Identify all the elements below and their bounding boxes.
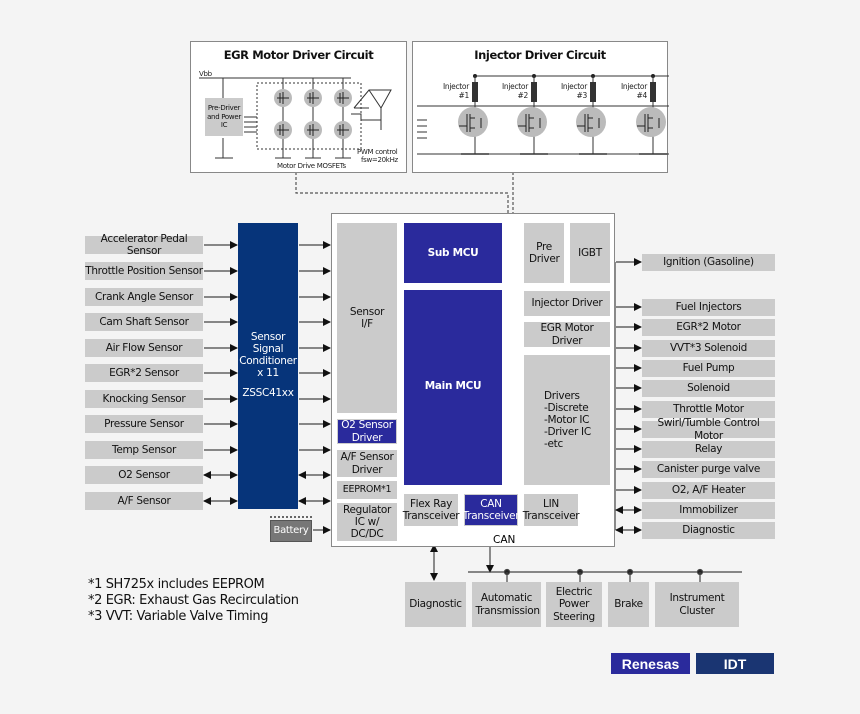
- output-3: EGR*2 Motor: [642, 319, 775, 336]
- footnote: *1 SH725x includes EEPROM: [88, 577, 265, 592]
- sensor-5: Air Flow Sensor: [85, 339, 203, 357]
- conditioner-line3: Conditioner: [239, 355, 297, 368]
- sensor-4: Cam Shaft Sensor: [85, 313, 203, 331]
- drivers-item: -Driver IC: [544, 426, 591, 439]
- sensor-10: O2 Sensor: [85, 466, 203, 484]
- output-10: Canister purge valve: [642, 461, 775, 478]
- sensor-6: EGR*2 Sensor: [85, 364, 203, 382]
- output-bus: [615, 262, 616, 530]
- conditioner-line2: Signal: [252, 343, 284, 356]
- pre-driver-block: Pre Driver: [524, 223, 564, 283]
- drivers-title: Drivers: [544, 389, 580, 402]
- mosfets-label: Motor Drive MOSFETs: [277, 162, 346, 170]
- output-7: Throttle Motor: [642, 401, 775, 418]
- output-5: Fuel Pump: [642, 360, 775, 377]
- eeprom-block: EEPROM*1: [337, 481, 397, 499]
- igbt-block: IGBT: [570, 223, 610, 283]
- regulator-block: Regulator IC w/ DC/DC: [337, 503, 397, 541]
- sensor-1: Accelerator Pedal Sensor: [85, 233, 203, 257]
- lin-transceiver-block: LIN Transceiver: [523, 494, 580, 526]
- bus-node-diagnostic: Diagnostic: [405, 582, 466, 627]
- sensor-11: A/F Sensor: [85, 492, 203, 510]
- sensor-8: Pressure Sensor: [85, 415, 203, 433]
- drivers-item: -etc: [544, 438, 563, 451]
- output-11: O2, A/F Heater: [642, 482, 775, 499]
- can-bus-label: CAN: [493, 534, 516, 546]
- sensor-if-block: Sensor I/F: [337, 223, 397, 413]
- bus-node-automatic-transmission: Automatic Transmission: [472, 582, 541, 627]
- output-8: Swirl/Tumble Control Motor: [642, 417, 775, 442]
- sensor-9: Temp Sensor: [85, 441, 203, 459]
- conditioner-line1: Sensor: [250, 331, 286, 343]
- conditioner-part-number: ZSSC41xx: [242, 387, 294, 400]
- egr-motor-driver-panel: EGR Motor Driver Circuit Vbb Pre-Driver …: [190, 41, 407, 173]
- af-sensor-driver-block: A/F Sensor Driver: [337, 450, 397, 477]
- battery-label: Battery: [270, 520, 312, 542]
- idt-logo: IDT: [696, 653, 774, 674]
- bus-node-instrument-cluster: Instrument Cluster: [655, 582, 739, 627]
- battery: Battery: [270, 516, 312, 542]
- drivers-block: Drivers -Discrete -Motor IC -Driver IC -…: [524, 355, 610, 485]
- sensor-7: Knocking Sensor: [85, 390, 203, 408]
- bus-node-electric-power-steering: Electric Power Steering: [546, 582, 602, 627]
- injector-label: Injector #2: [502, 82, 528, 100]
- predriver-power-ic: Pre-Driver and Power IC: [205, 98, 243, 136]
- output-2: Fuel Injectors: [642, 299, 775, 316]
- footnotes: *1 SH725x includes EEPROM *2 EGR: Exhaus…: [88, 577, 299, 625]
- sensor-3: Crank Angle Sensor: [85, 288, 203, 306]
- injector-driver-block: Injector Driver: [524, 291, 610, 316]
- output-1: Ignition (Gasoline): [642, 254, 775, 271]
- injector-label: Injector #1: [443, 82, 469, 100]
- output-4: VVT*3 Solenoid: [642, 340, 775, 357]
- footnote: *3 VVT: Variable Valve Timing: [88, 609, 269, 624]
- can-transceiver-block: CAN Transceiver: [463, 494, 520, 526]
- output-13: Diagnostic: [642, 522, 775, 539]
- output-6: Solenoid: [642, 380, 775, 397]
- bus-node-brake: Brake: [608, 582, 649, 627]
- injector-circuit-drawing: [417, 74, 669, 155]
- injector-driver-panel: Injector Driver Circuit Injector #1 Injec…: [412, 41, 669, 173]
- output-12: Immobilizer: [642, 502, 775, 519]
- output-9: Relay: [642, 441, 775, 458]
- injector-label: Injector #4: [621, 82, 647, 100]
- fsw-label: fsw=20kHz: [361, 156, 398, 164]
- pwm-label: PWM control: [357, 148, 398, 156]
- sub-mcu-block: Sub MCU: [404, 223, 502, 283]
- injector-label: Injector #3: [561, 82, 587, 100]
- vbb-label: Vbb: [199, 70, 212, 78]
- conditioner-line4: x 11: [257, 367, 279, 380]
- sensor-2: Throttle Position Sensor: [85, 262, 203, 280]
- renesas-logo: Renesas: [611, 653, 690, 674]
- main-mcu-block: Main MCU: [404, 290, 502, 485]
- egr-motor-driver-block: EGR Motor Driver: [524, 322, 610, 347]
- flexray-transceiver-block: Flex Ray Transceiver: [403, 494, 460, 526]
- o2-sensor-driver-block: O2 Sensor Driver: [337, 419, 397, 444]
- footnote: *2 EGR: Exhaust Gas Recirculation: [88, 593, 299, 608]
- drivers-item: -Motor IC: [544, 413, 590, 426]
- drivers-item: -Discrete: [544, 401, 589, 414]
- sensor-signal-conditioner: Sensor Signal Conditioner x 11 ZSSC41xx: [238, 223, 298, 509]
